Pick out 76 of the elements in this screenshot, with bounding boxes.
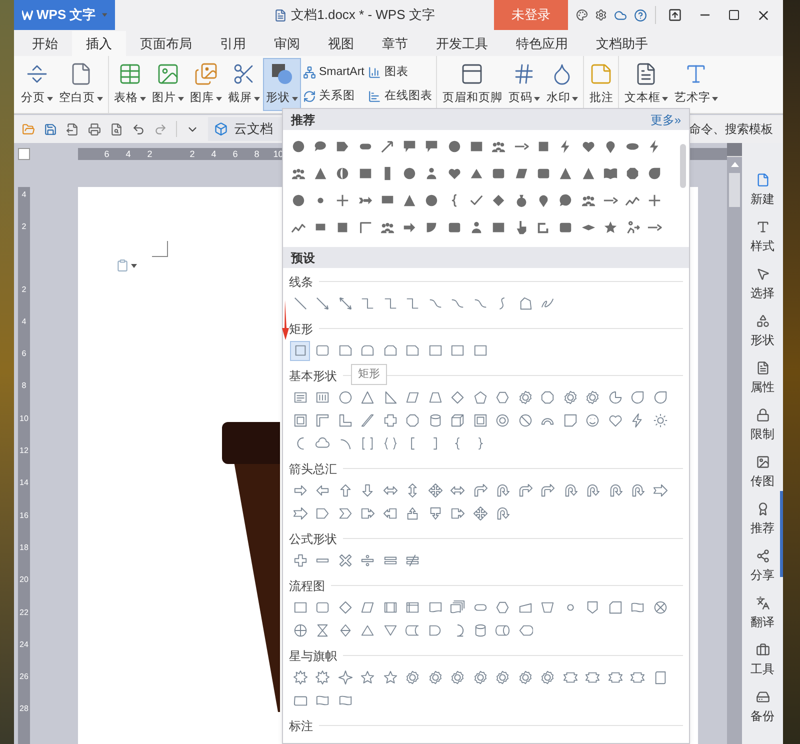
ruler-number: 22 — [20, 608, 28, 619]
category-title: 星与旗帜 — [289, 648, 337, 664]
ribbon-tab[interactable]: 章节 — [368, 31, 422, 56]
ribbon-small-button[interactable]: SmartArt — [303, 64, 364, 82]
ruler-number: 26 — [20, 673, 28, 684]
ribbon-button[interactable]: 图库 — [187, 58, 225, 111]
ribbon-button[interactable]: 图片 — [149, 58, 187, 111]
ribbon-tab[interactable]: 页面布局 — [126, 31, 206, 56]
ribbon-button[interactable]: 页眉和页脚 — [439, 58, 506, 111]
category-title: 矩形 — [289, 320, 313, 338]
ribbon-tab[interactable]: 插入 — [72, 31, 126, 56]
category-title: 线条 — [289, 274, 313, 290]
sidebar-button[interactable]: 样式 — [750, 220, 774, 255]
sidebar-button[interactable]: 工具 — [750, 643, 774, 678]
ribbon-small-button[interactable]: 在线图表 — [368, 88, 432, 105]
ruler-number: 6 — [232, 150, 239, 158]
ruler-number: 6 — [22, 350, 26, 360]
sidebar-button[interactable]: 备份 — [750, 690, 774, 725]
ribbon-button[interactable]: 艺术字 — [671, 58, 722, 111]
ribbon-button[interactable]: 分页 — [18, 58, 56, 111]
ruler-number: 4 — [22, 191, 26, 201]
sidebar-button[interactable]: 翻译 — [750, 596, 774, 631]
ribbon-button[interactable]: 表格 — [111, 58, 149, 111]
ruler-number: 2 — [22, 223, 26, 234]
sidebar-button[interactable]: 传图 — [750, 455, 774, 490]
sidebar-button[interactable]: 限制 — [750, 408, 774, 443]
category-title: 箭头总汇 — [289, 460, 337, 478]
tooltip: 矩形 — [351, 364, 387, 384]
ribbon-tab[interactable]: 审阅 — [260, 31, 314, 56]
ruler-number: 2 — [188, 150, 196, 158]
ruler-number: 18 — [20, 544, 28, 554]
ribbon-tab[interactable]: 视图 — [314, 31, 368, 56]
category-title: 基本形状 — [289, 368, 337, 384]
ruler-number: 14 — [20, 479, 28, 490]
sidebar-button[interactable]: 推荐 — [750, 502, 774, 537]
category-title: 流程图 — [289, 578, 325, 594]
sidebar-button[interactable]: 新建 — [750, 173, 774, 208]
ruler-number: 6 — [103, 150, 110, 158]
ruler-number: 16 — [20, 512, 28, 522]
search-hint[interactable]: 命令、搜索模板 — [689, 120, 773, 138]
ribbon-tab[interactable]: 文档助手 — [582, 31, 662, 56]
ribbon-button[interactable]: 形状 — [263, 58, 301, 111]
ribbon-button[interactable]: 批注 — [586, 58, 616, 111]
sidebar-button[interactable]: 形状 — [750, 314, 774, 349]
ribbon-button[interactable]: 文本框 — [621, 58, 672, 111]
ruler-number: 24 — [20, 640, 28, 651]
ribbon-tab[interactable]: 开发工具 — [422, 31, 502, 56]
ruler-number: 12 — [20, 447, 28, 458]
sidebar-button[interactable]: 分享 — [750, 549, 774, 584]
ruler-number: 10 — [20, 414, 28, 425]
sidebar-button[interactable]: 属性 — [750, 361, 774, 396]
ruler-number: 8 — [22, 382, 26, 392]
ruler-number: 4 — [124, 150, 132, 158]
ribbon-tab[interactable]: 引用 — [206, 31, 260, 56]
ribbon-button[interactable]: 空白页 — [56, 58, 106, 111]
ribbon-tab[interactable]: 特色应用 — [502, 31, 582, 56]
ruler-number: 28 — [20, 705, 28, 716]
ribbon-button[interactable]: 页码 — [505, 58, 544, 111]
ruler-number: 4 — [210, 150, 218, 158]
more-link[interactable]: 更多» — [650, 110, 681, 128]
window-title: 文档1.docx * - WPS 文字 — [291, 6, 435, 24]
ribbon-small-button[interactable]: 关系图 — [303, 88, 364, 105]
ribbon-tab[interactable]: 开始 — [18, 31, 72, 56]
ruler-number: 4 — [22, 318, 26, 328]
ribbon-button[interactable]: 水印 — [543, 58, 582, 111]
ruler-number: 8 — [253, 150, 260, 158]
ribbon-button[interactable]: 截屏 — [225, 58, 263, 111]
ruler-number: 2 — [22, 286, 26, 296]
app-menu-button[interactable]: WPS 文字 — [14, 0, 115, 30]
ruler-number: 2 — [146, 150, 154, 158]
ruler-number: 20 — [20, 576, 28, 586]
category-title: 标注 — [289, 718, 313, 734]
category-title: 公式形状 — [289, 530, 337, 548]
sidebar-button[interactable]: 选择 — [750, 267, 774, 302]
section-title: 预设 — [291, 250, 315, 266]
ribbon-small-button[interactable]: 图表 — [368, 64, 432, 82]
